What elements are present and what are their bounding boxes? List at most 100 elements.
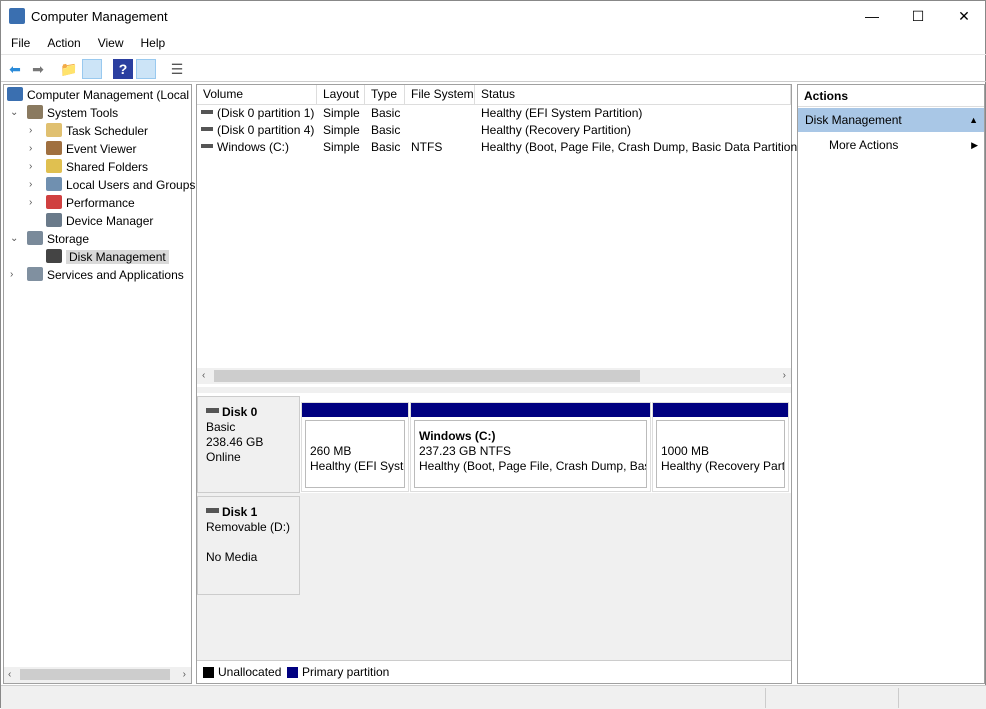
cell-text: Simple: [323, 140, 360, 154]
scroll-right-icon[interactable]: ›: [783, 370, 786, 381]
tree-node-icon: [27, 267, 43, 281]
volume-list: Volume Layout Type File System Status (Disk …: [197, 85, 801, 387]
tree-item-device-manager[interactable]: Device Manager: [46, 212, 153, 230]
status-bar: [1, 685, 986, 709]
show-hide-action-pane-icon[interactable]: [136, 59, 156, 79]
partition-title: Windows (C:): [419, 429, 496, 443]
legend: Unallocated Primary partition: [197, 660, 791, 683]
scroll-left-icon[interactable]: ‹: [202, 370, 205, 381]
submenu-arrow-icon: ▶: [971, 140, 978, 150]
legend-swatch-primary: [287, 667, 298, 678]
cell-text: Healthy (Boot, Page File, Crash Dump, Ba…: [481, 140, 802, 154]
cell-text: Windows (C:): [217, 140, 290, 154]
minimize-button[interactable]: —: [849, 1, 895, 32]
more-actions[interactable]: More Actions ▶: [798, 135, 984, 155]
tree-item-label: Event Viewer: [66, 142, 137, 156]
menu-action[interactable]: Action: [36, 32, 86, 50]
expand-chevron-icon[interactable]: ›: [29, 125, 32, 136]
help-icon[interactable]: ?: [113, 59, 133, 79]
column-header[interactable]: File System: [405, 85, 475, 105]
cell-text: (Disk 0 partition 4): [217, 123, 315, 137]
disk-1-info[interactable]: Disk 1 Removable (D:) No Media: [197, 496, 300, 595]
show-hide-console-tree-icon[interactable]: [82, 59, 102, 79]
volume-cell: Healthy (EFI System Partition): [481, 105, 642, 122]
volume-cell: Healthy (Recovery Partition): [481, 122, 631, 139]
actions-section-disk-management[interactable]: Disk Management ▲: [798, 108, 984, 132]
forward-arrow-icon[interactable]: ➡: [28, 59, 48, 79]
volume-cell: Basic: [371, 105, 400, 122]
tree-item-local-users-and-groups[interactable]: Local Users and Groups: [46, 176, 195, 194]
tree-horizontal-scrollbar[interactable]: ‹ ›: [4, 667, 191, 683]
collapse-chevron-icon[interactable]: ⌄: [10, 107, 18, 118]
scroll-left-icon[interactable]: ‹: [8, 669, 11, 680]
column-header[interactable]: Volume: [197, 85, 317, 105]
partition-status: Healthy (Recovery Part: [661, 459, 785, 473]
volume-name[interactable]: Windows (C:): [201, 139, 289, 156]
window-title: Computer Management: [31, 9, 168, 24]
expand-chevron-icon[interactable]: ›: [10, 269, 13, 280]
tree-item-label: Local Users and Groups: [66, 178, 196, 192]
expand-chevron-icon[interactable]: ›: [29, 161, 32, 172]
tree-node-icon: [27, 231, 43, 245]
tree-node-icon: [46, 177, 62, 191]
tree-item-system-tools[interactable]: System Tools: [27, 104, 118, 122]
expand-chevron-icon[interactable]: ›: [29, 179, 32, 190]
volume-cell: Simple: [323, 139, 360, 156]
legend-label: Unallocated: [218, 665, 282, 679]
title-bar: Computer Management — ☐ ✕: [1, 1, 986, 32]
disk-icon: [206, 408, 219, 413]
cell-text: Simple: [323, 123, 360, 137]
scroll-right-icon[interactable]: ›: [183, 669, 186, 680]
menu-help[interactable]: Help: [130, 32, 172, 50]
tree-item-performance[interactable]: Performance: [46, 194, 135, 212]
disk-name: Disk 1: [222, 505, 258, 519]
partition-details: 1000 MB Healthy (Recovery Part: [656, 420, 785, 488]
disk-name: Disk 0: [222, 405, 258, 419]
legend-label: Primary partition: [302, 665, 390, 679]
partition-block[interactable]: 1000 MB Healthy (Recovery Part: [652, 402, 789, 492]
partition-status: Healthy (EFI Syste: [310, 459, 405, 473]
tree-item-disk-management[interactable]: Disk Management: [46, 248, 169, 266]
tree-item-storage[interactable]: Storage: [27, 230, 89, 248]
disk-type: Basic: [206, 420, 236, 434]
cell-text: Basic: [371, 140, 401, 154]
properties-icon[interactable]: ☰: [167, 59, 187, 79]
partition-block[interactable]: 260 MB Healthy (EFI Syste: [301, 402, 409, 492]
computer-management-icon: [9, 8, 25, 24]
collapse-chevron-icon[interactable]: ⌄: [10, 233, 18, 244]
partition-details: 260 MB Healthy (EFI Syste: [305, 420, 405, 488]
column-header[interactable]: Layout: [317, 85, 365, 105]
volume-cell: Healthy (Boot, Page File, Crash Dump, Ba…: [481, 139, 801, 156]
tree-item-shared-folders[interactable]: Shared Folders: [46, 158, 148, 176]
column-header[interactable]: Status: [475, 85, 791, 105]
scroll-thumb[interactable]: [20, 669, 170, 680]
volume-horizontal-scrollbar[interactable]: ‹ ›: [197, 368, 791, 384]
partition-size: 237.23 GB NTFS: [419, 444, 512, 458]
maximize-button[interactable]: ☐: [895, 1, 941, 32]
volume-name[interactable]: (Disk 0 partition 1): [201, 105, 314, 122]
menu-file[interactable]: File: [1, 32, 36, 50]
actions-pane: Actions Disk Management ▲ More Actions ▶: [797, 84, 985, 684]
menu-view[interactable]: View: [87, 32, 130, 50]
tree-item-event-viewer[interactable]: Event Viewer: [46, 140, 136, 158]
tree-root[interactable]: Computer Management (Local: [7, 86, 189, 104]
close-button[interactable]: ✕: [941, 1, 986, 32]
tree-item-label: Device Manager: [66, 214, 154, 228]
up-folder-icon[interactable]: 📁: [59, 59, 79, 79]
tree-item-services-and-applications[interactable]: Services and Applications: [27, 266, 184, 284]
disk-0-row[interactable]: Disk 0 Basic 238.46 GB Online 260 MB Heal…: [197, 393, 791, 493]
scroll-thumb[interactable]: [214, 370, 640, 382]
cell-text: Healthy (EFI System Partition): [481, 106, 643, 120]
tree-item-task-scheduler[interactable]: Task Scheduler: [46, 122, 148, 140]
column-header[interactable]: Type: [365, 85, 405, 105]
cell-text: (Disk 0 partition 1): [217, 106, 315, 120]
volume-name[interactable]: (Disk 0 partition 4): [201, 122, 314, 139]
expand-chevron-icon[interactable]: ›: [29, 197, 32, 208]
expand-chevron-icon[interactable]: ›: [29, 143, 32, 154]
volume-cell: Basic: [371, 139, 400, 156]
disk-management-pane: Volume Layout Type File System Status (Disk …: [196, 84, 801, 684]
tree-node-icon: [27, 105, 43, 119]
disk-0-info[interactable]: Disk 0 Basic 238.46 GB Online: [197, 396, 300, 493]
partition-block[interactable]: Windows (C:) 237.23 GB NTFS Healthy (Boot,…: [410, 402, 651, 492]
back-arrow-icon[interactable]: ⬅: [5, 59, 25, 79]
